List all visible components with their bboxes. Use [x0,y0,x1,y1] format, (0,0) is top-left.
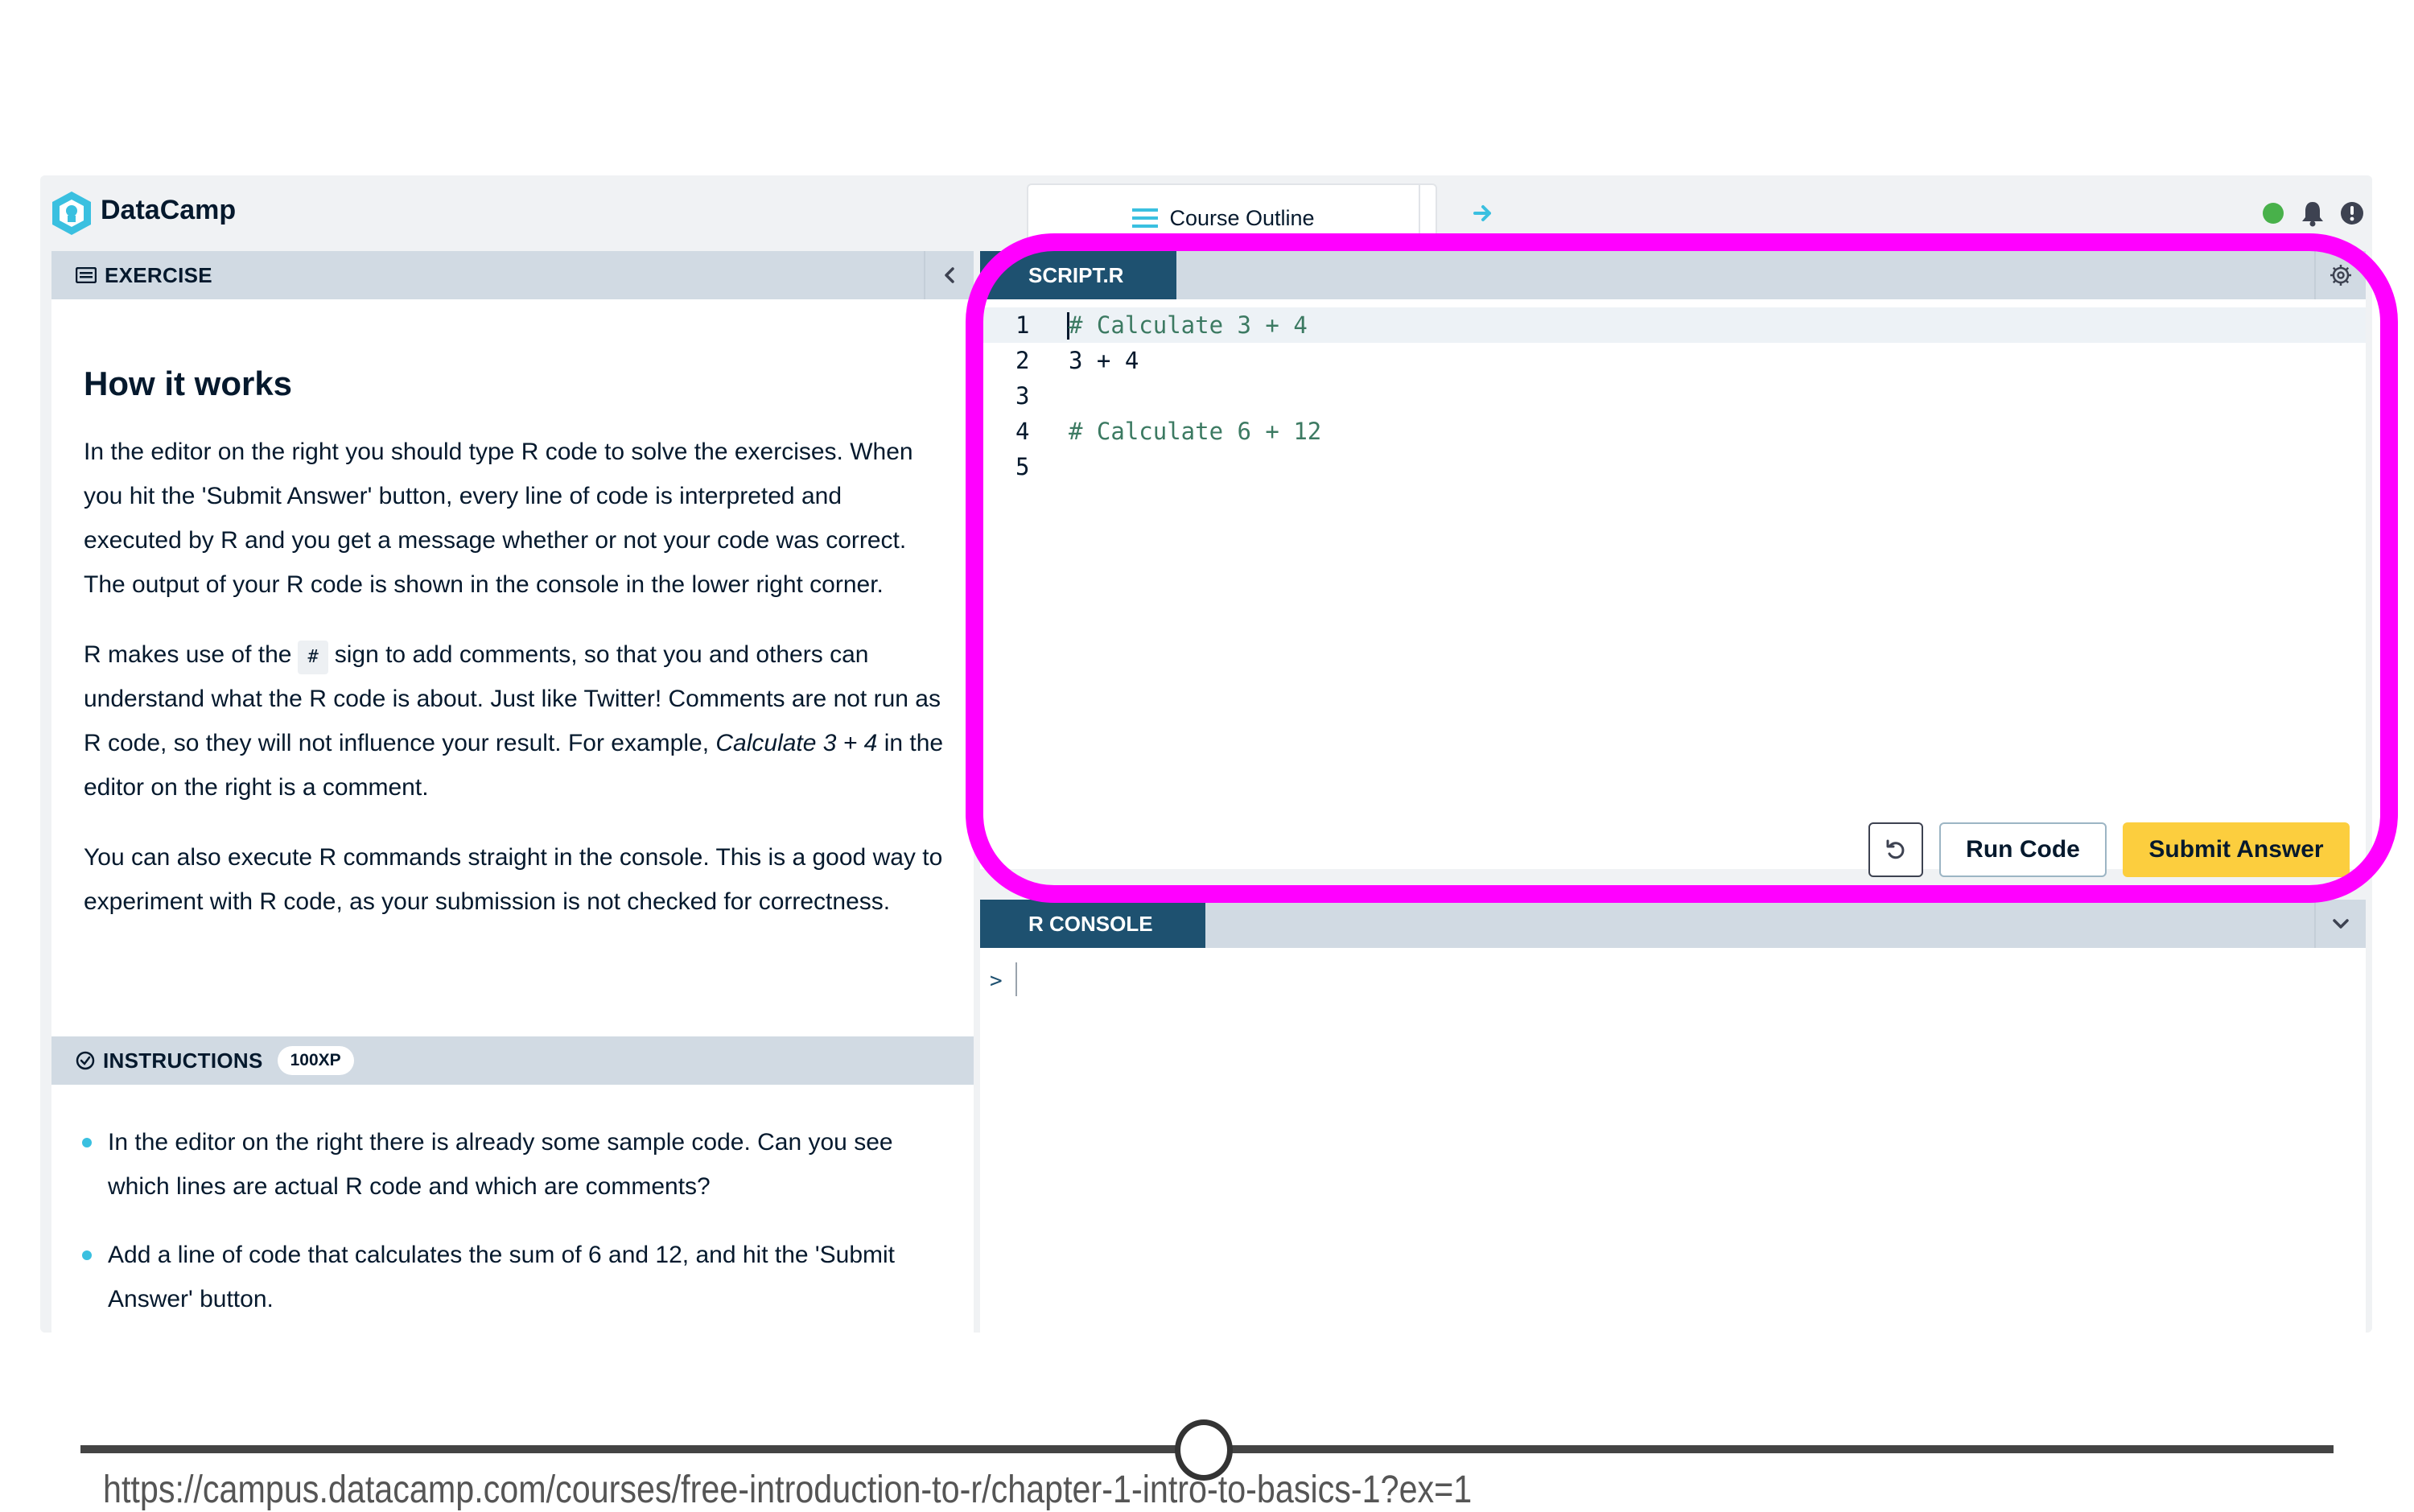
next-exercise-button[interactable] [1469,200,1497,227]
console-prompt: > [990,969,1003,993]
exercise-header: EXERCISE [51,251,974,299]
line-number: 5 [1015,453,1030,480]
instructions-section-title: INSTRUCTIONS [103,1048,263,1073]
line-number: 1 [1015,311,1030,339]
inline-code: # [298,641,328,674]
editor-tab-bar: SCRIPT.R [980,251,2366,299]
code-line[interactable]: 5 [980,449,2366,484]
instruction-item: Add a line of code that calculates the s… [76,1233,953,1321]
exercise-paragraph: R makes use of the # sign to add comments,… [84,632,945,810]
page-url: https://campus.datacamp.com/courses/free… [103,1469,1473,1511]
instructions-list: In the editor on the right there is alre… [76,1120,953,1333]
top-bar: DataCamp Course Outline [40,175,2372,251]
tab-script-r[interactable]: SCRIPT.R [980,251,1176,299]
check-circle-icon [76,1051,95,1070]
datacamp-logo-icon [52,192,91,235]
menu-icon [1132,208,1159,228]
reset-button[interactable] [1868,822,1923,877]
instructions-header: INSTRUCTIONS 100XP [51,1036,974,1085]
arrow-right-icon [1473,205,1491,221]
code-line[interactable]: 2 3 + 4 [980,343,2366,378]
code-text: # Calculate 3 + 4 [1069,311,1308,339]
script-editor: SCRIPT.R 1 # Calculate 3 + 4 2 3 + 4 3 4… [980,251,2366,877]
course-outline-button[interactable]: Course Outline [1028,185,1419,251]
editor-actions: Run Code Submit Answer [1868,822,2350,877]
line-number: 4 [1015,418,1030,445]
exercise-content: How it works In the editor on the right … [84,364,945,950]
alert-icon[interactable] [2340,201,2364,225]
text-span: R makes use of the [84,641,292,668]
exercise-panel: EXERCISE How it works In the editor on t… [51,251,974,1333]
status-indicator [2263,203,2284,224]
code-text: 3 + 4 [1069,347,1139,374]
console-input[interactable] [1015,962,1017,996]
course-outline-tab: Course Outline [1027,183,1437,251]
code-text: # Calculate 6 + 12 [1069,418,1322,445]
code-line[interactable]: 1 # Calculate 3 + 4 [980,307,2366,343]
console-toggle-button[interactable] [2314,900,2366,948]
r-console: R CONSOLE > [980,900,2366,1333]
xp-badge: 100XP [277,1046,354,1075]
collapse-panel-button[interactable] [924,251,974,299]
editor-settings-button[interactable] [2314,251,2366,299]
tab-r-console[interactable]: R CONSOLE [980,900,1205,948]
code-editor[interactable]: 1 # Calculate 3 + 4 2 3 + 4 3 4 # Calcul… [980,307,2366,480]
line-number: 2 [1015,347,1030,374]
document-icon [76,267,97,283]
bell-icon[interactable] [2300,200,2325,227]
exercise-paragraph: You can also execute R commands straight… [84,844,943,915]
gear-icon [2330,265,2351,286]
line-number: 3 [1015,382,1030,410]
code-line[interactable]: 3 [980,378,2366,414]
exercise-section-title: EXERCISE [105,262,212,287]
brand-name[interactable]: DataCamp [101,195,236,226]
italic-text: Calculate 3 + 4 [715,730,878,756]
datacamp-app: DataCamp Course Outline EXERCISE How it … [40,175,2372,1333]
exercise-title: How it works [84,365,293,402]
run-code-button[interactable]: Run Code [1939,822,2107,877]
chevron-down-icon [2333,919,2349,929]
outline-divider [1419,185,1420,251]
code-line[interactable]: 4 # Calculate 6 + 12 [980,414,2366,449]
console-tab-bar: R CONSOLE [980,900,2366,948]
chevron-left-icon [945,267,954,283]
reset-icon [1886,839,1905,859]
instruction-item: In the editor on the right there is alre… [76,1120,953,1209]
exercise-paragraph: In the editor on the right you should ty… [84,439,913,598]
course-outline-label: Course Outline [1169,205,1315,230]
submit-answer-button[interactable]: Submit Answer [2123,822,2350,877]
